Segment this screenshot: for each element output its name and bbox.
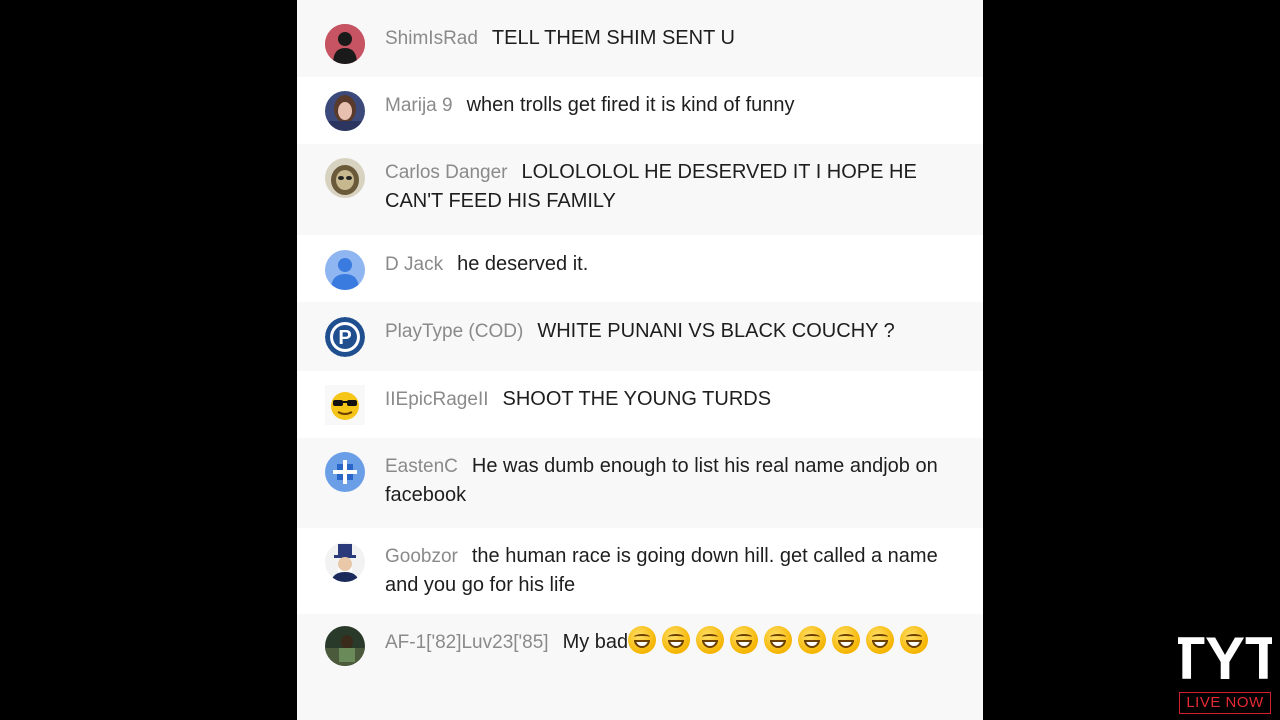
emoji-row: [628, 626, 934, 654]
message-author[interactable]: Carlos Danger: [385, 162, 508, 183]
live-chat-panel: ShimIsRad TELL THEM SHIM SENT U Marija 9 w…: [297, 0, 983, 720]
chat-message: D Jack he deserved it.: [297, 235, 983, 302]
message-body: IIEpicRageII SHOOT THE YOUNG TURDS: [385, 385, 953, 414]
tyt-logo-text: TYT: [1178, 625, 1272, 686]
message-text: My bad: [562, 631, 629, 653]
laughing-emoji-icon: [798, 626, 827, 654]
uncle-sam-avatar-icon: [325, 542, 365, 582]
laughing-emoji-icon: [730, 626, 759, 654]
chat-message: Goobzor the human race is going down hill…: [297, 528, 983, 614]
message-body: PlayType (COD) WHITE PUNANI VS BLACK COUC…: [385, 317, 953, 346]
laughing-emoji-icon: [866, 626, 895, 654]
message-body: EastenC He was dumb enough to list his re…: [385, 452, 953, 509]
user-avatar[interactable]: [325, 250, 365, 290]
chat-message: EastenC He was dumb enough to list his re…: [297, 438, 983, 528]
p-logo-avatar-icon: P: [325, 317, 365, 357]
user-avatar[interactable]: [325, 626, 365, 666]
user-avatar[interactable]: P: [325, 317, 365, 357]
live-now-badge: LIVE NOW: [1179, 692, 1271, 714]
dark-photo-avatar-icon: [325, 626, 365, 666]
svg-text:P: P: [338, 327, 351, 349]
message-text: WHITE PUNANI VS BLACK COUCHY ?: [537, 320, 895, 342]
chat-message: IIEpicRageII SHOOT THE YOUNG TURDS: [297, 371, 983, 438]
message-text: he deserved it.: [457, 253, 589, 275]
user-avatar[interactable]: [325, 452, 365, 492]
chat-message: Marija 9 when trolls get fired it is kind…: [297, 77, 983, 144]
laughing-emoji-icon: [662, 626, 691, 654]
user-avatar[interactable]: [325, 158, 365, 198]
sloth-avatar-icon: [325, 158, 365, 198]
chat-message: ShimIsRad TELL THEM SHIM SENT U: [297, 0, 983, 77]
message-body: ShimIsRad TELL THEM SHIM SENT U: [385, 24, 953, 53]
message-author[interactable]: AF-1['82]Luv23['85]: [385, 632, 549, 653]
user-avatar[interactable]: [325, 24, 365, 64]
message-author[interactable]: PlayType (COD): [385, 321, 523, 342]
message-author[interactable]: EastenC: [385, 456, 458, 477]
message-author[interactable]: Goobzor: [385, 546, 458, 567]
user-avatar[interactable]: [325, 385, 365, 425]
message-author[interactable]: D Jack: [385, 254, 443, 275]
default-user-avatar-icon: [325, 250, 365, 290]
message-body: AF-1['82]Luv23['85] My bad: [385, 626, 953, 657]
blue-pattern-avatar-icon: [325, 452, 365, 492]
sunglasses-emoji-avatar-icon: [325, 385, 365, 425]
user-avatar[interactable]: [325, 91, 365, 131]
chat-message: AF-1['82]Luv23['85] My bad: [297, 614, 983, 720]
message-text: when trolls get fired it is kind of funn…: [466, 94, 795, 116]
woman-photo-avatar-icon: [325, 91, 365, 131]
message-author[interactable]: IIEpicRageII: [385, 389, 489, 410]
chat-message: Carlos Danger LOLOLOLOL HE DESERVED IT I …: [297, 144, 983, 235]
message-body: D Jack he deserved it.: [385, 250, 953, 279]
message-text: SHOOT THE YOUNG TURDS: [502, 388, 772, 410]
laughing-emoji-icon: [628, 626, 657, 654]
laughing-emoji-icon: [832, 626, 861, 654]
message-text: the human race is going down hill. get c…: [385, 545, 938, 596]
laughing-emoji-icon: [764, 626, 793, 654]
message-author[interactable]: ShimIsRad: [385, 28, 478, 49]
laughing-emoji-icon: [696, 626, 725, 654]
message-body: Carlos Danger LOLOLOLOL HE DESERVED IT I …: [385, 158, 953, 215]
tyt-logo: TYT: [1178, 625, 1272, 686]
message-text: TELL THEM SHIM SENT U: [491, 27, 735, 49]
message-author[interactable]: Marija 9: [385, 95, 453, 116]
chat-message: P PlayType (COD) WHITE PUNANI VS BLACK CO…: [297, 302, 983, 371]
laughing-emoji-icon: [900, 626, 929, 654]
video-frame: ShimIsRad TELL THEM SHIM SENT U Marija 9 w…: [0, 0, 1280, 720]
message-body: Marija 9 when trolls get fired it is kind…: [385, 91, 953, 120]
user-avatar[interactable]: [325, 542, 365, 582]
message-text: He was dumb enough to list his real name…: [385, 455, 938, 506]
dark-figure-avatar-icon: [325, 24, 365, 64]
message-body: Goobzor the human race is going down hill…: [385, 542, 953, 599]
